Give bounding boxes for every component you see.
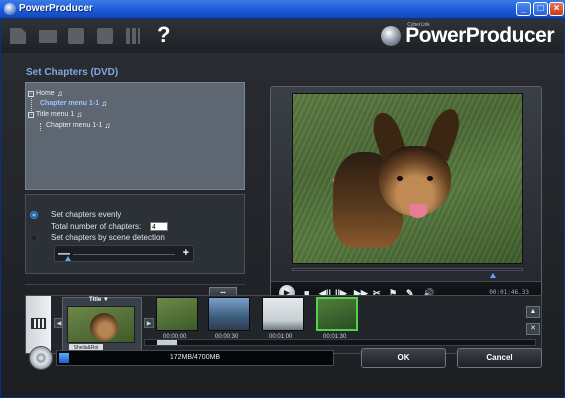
menu-title: Title ▼	[89, 297, 109, 303]
scene-detection-label: Set chapters by scene detection	[51, 233, 165, 242]
maximize-button[interactable]: □	[533, 2, 548, 16]
close-button[interactable]: ×	[549, 2, 564, 16]
sensitivity-slider[interactable]: — +	[54, 245, 194, 262]
save-icon[interactable]	[68, 28, 84, 44]
slider-thumb[interactable]	[65, 256, 71, 261]
move-up-icon[interactable]: ▲	[526, 306, 540, 318]
music-note-icon: ♫	[104, 121, 111, 130]
menu-tree: - Home ♫ Chapter menu 1-1 ♫ - Title menu 1…	[25, 82, 245, 190]
collapse-icon[interactable]: -	[28, 111, 34, 118]
ok-button[interactable]: OK	[361, 348, 446, 368]
open-folder-icon[interactable]	[39, 30, 57, 43]
filmstrip: ◀ Title ▼ Sheila&Rol ▶ 00:00:00 00:00:30…	[25, 295, 542, 354]
disc-icon	[29, 346, 53, 370]
playhead-marker[interactable]	[490, 273, 496, 278]
toolbar: ? CyberLink PowerProducer	[1, 19, 564, 53]
scrollbar-thumb[interactable]	[157, 340, 177, 345]
tree-item-title-menu[interactable]: - Title menu 1 ♫	[28, 110, 82, 119]
music-note-icon: ♫	[101, 99, 108, 108]
cancel-button[interactable]: Cancel	[457, 348, 542, 368]
increase-button[interactable]: +	[183, 246, 189, 261]
tools-icon[interactable]	[126, 28, 140, 44]
chapter-thumbnail-selected[interactable]	[316, 297, 358, 331]
page-title: Set Chapters (DVD)	[26, 67, 119, 78]
chapter-options-panel: Set chapters evenly Total number of chap…	[25, 194, 245, 274]
title-menu-thumbnail[interactable]: Title ▼ Sheila&Rol	[62, 297, 142, 353]
delete-icon[interactable]: ✕	[526, 323, 540, 335]
slider-track	[73, 254, 175, 255]
scene-detection-radio[interactable]	[30, 234, 38, 242]
filmstrip-side	[26, 296, 51, 353]
filmstrip-scrollbar[interactable]	[144, 339, 536, 346]
preview-timeline[interactable]	[292, 268, 523, 271]
chapter-count-input[interactable]: 4	[150, 222, 168, 231]
brand-logo: CyberLink PowerProducer	[381, 22, 554, 50]
tree-item-home[interactable]: - Home ♫	[28, 89, 63, 98]
brand-sub: CyberLink	[407, 22, 430, 28]
chapter-thumbnail[interactable]	[262, 297, 304, 331]
chapter-thumbnail[interactable]	[208, 297, 250, 331]
music-note-icon: ♫	[76, 110, 83, 119]
capacity-text: 172MB/4700MB	[169, 354, 221, 361]
film-icon	[31, 318, 46, 329]
scroll-right-icon[interactable]: ▶	[144, 318, 154, 328]
minimize-button[interactable]: _	[516, 2, 531, 16]
save-as-icon[interactable]	[97, 28, 113, 44]
app-body: ? CyberLink PowerProducer Set Chapters (…	[0, 19, 565, 398]
window-title: PowerProducer	[19, 3, 93, 14]
help-icon[interactable]: ?	[157, 23, 175, 47]
divider	[25, 284, 245, 285]
brand-mark-icon	[381, 26, 402, 46]
tree-item-chapter-menu-sub[interactable]: Chapter menu 1-1 ♫	[46, 121, 110, 130]
preview-monitor: ▶ ■ ◀|| ||▶ ▶▶ ✂ ⚑ ✎ 🔊 00:01:46.33	[270, 86, 542, 305]
disc-capacity-bar: 172MB/4700MB	[56, 350, 334, 366]
evenly-label: Set chapters evenly	[51, 210, 122, 219]
collapse-icon[interactable]: -	[28, 90, 34, 97]
preview-screen	[292, 93, 523, 264]
evenly-radio[interactable]	[30, 211, 38, 219]
tree-connector	[40, 123, 41, 131]
app-icon	[4, 3, 16, 15]
total-chapters-label: Total number of chapters:	[51, 222, 142, 231]
tree-item-chapter-menu[interactable]: Chapter menu 1-1 ♫	[40, 99, 107, 108]
music-note-icon: ♫	[56, 89, 63, 98]
title-bar: PowerProducer _ □ ×	[0, 0, 565, 19]
new-file-icon[interactable]	[10, 28, 26, 44]
chapter-thumbnail[interactable]	[156, 297, 198, 331]
